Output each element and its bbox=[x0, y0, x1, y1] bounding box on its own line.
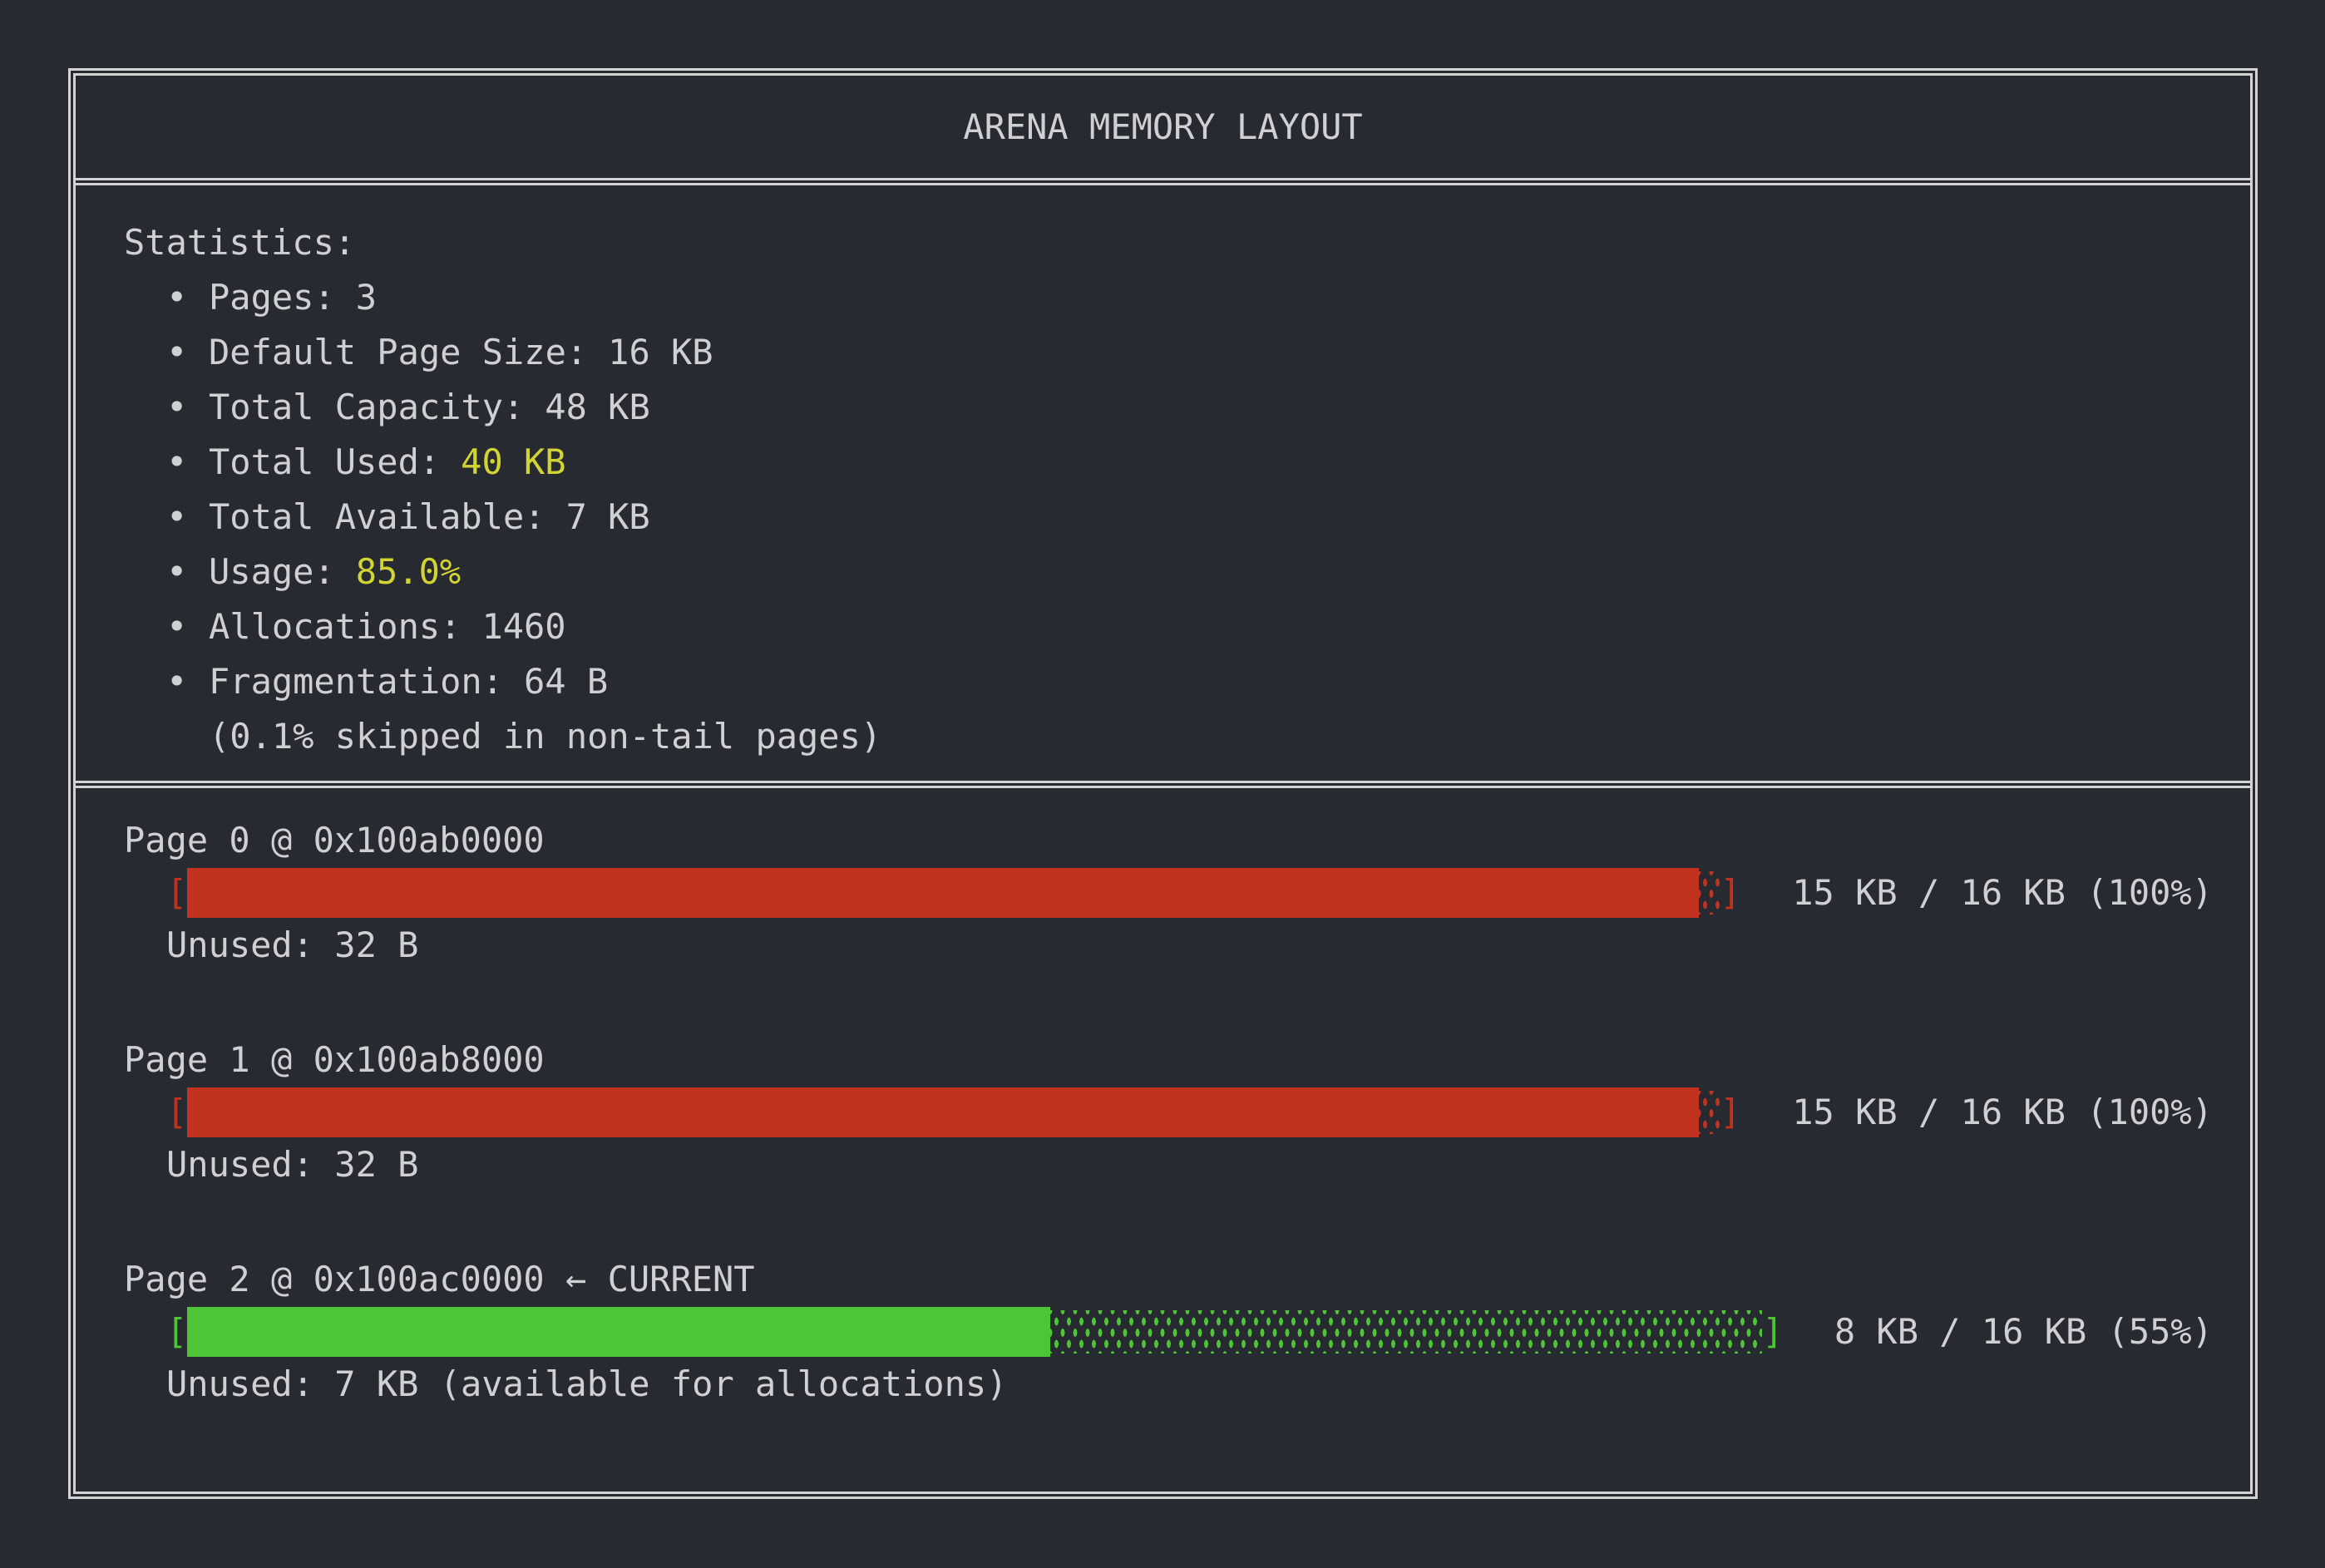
stat-value: 85.0% bbox=[356, 551, 461, 592]
stat-label: Allocations: bbox=[209, 606, 461, 647]
stat-row-total-capacity: •Total Capacity: 48 KB bbox=[124, 380, 2213, 435]
unused-label: Unused: 32 B bbox=[124, 918, 2213, 973]
bullet-icon: • bbox=[166, 380, 209, 435]
stat-label: Fragmentation: bbox=[209, 661, 503, 702]
bar-free-hatch bbox=[1699, 1091, 1720, 1134]
stat-row-allocations: •Allocations: 1460 bbox=[124, 599, 2213, 654]
memory-pages-panel: Page 0 @ 0x100ab0000 [ ] 15 KB / 16 KB (… bbox=[76, 788, 2250, 1492]
title-bar: ARENA MEMORY LAYOUT bbox=[76, 76, 2250, 185]
stats-heading: Statistics: bbox=[124, 215, 2213, 270]
usage-label: 15 KB / 16 KB (100%) bbox=[1792, 865, 2213, 920]
page-title: Page 1 @ 0x100ab8000 bbox=[124, 1033, 2213, 1087]
bar-used-fill bbox=[187, 1307, 1050, 1357]
stat-value: 7 KB bbox=[566, 496, 650, 537]
stat-row-usage: •Usage: 85.0% bbox=[124, 545, 2213, 599]
stat-value: 3 bbox=[356, 277, 377, 318]
bullet-icon: • bbox=[166, 490, 209, 545]
usage-bar: [ ] 8 KB / 16 KB (55%) bbox=[124, 1307, 2213, 1357]
stat-row-pages: •Pages: 3 bbox=[124, 270, 2213, 325]
arena-memory-window: ARENA MEMORY LAYOUT Statistics: •Pages:3… bbox=[68, 68, 2258, 1499]
stat-label: Total Available: bbox=[209, 496, 545, 537]
stat-label: Pages: bbox=[209, 277, 335, 318]
stat-row-fragmentation: •Fragmentation: 64 B bbox=[124, 654, 2213, 709]
bullet-icon: • bbox=[166, 545, 209, 599]
bar-close-bracket: ] bbox=[1720, 868, 1740, 918]
bar-free-hatch bbox=[1699, 871, 1720, 915]
bar-open-bracket: [ bbox=[166, 868, 187, 918]
stat-value: 1460 bbox=[481, 606, 565, 647]
bar-open-bracket: [ bbox=[166, 1087, 187, 1137]
bar-free-hatch bbox=[1050, 1310, 1762, 1354]
stats-panel: Statistics: •Pages:3 •Default Page Size:… bbox=[76, 185, 2250, 788]
stat-row-default-page-size: •Default Page Size: 16 KB bbox=[124, 325, 2213, 380]
stat-value: 16 KB bbox=[608, 332, 713, 372]
page-block-0: Page 0 @ 0x100ab0000 [ ] 15 KB / 16 KB (… bbox=[124, 813, 2213, 973]
stat-value: 40 KB bbox=[461, 441, 565, 482]
bar-used-fill bbox=[187, 868, 1699, 918]
stat-row-total-used: •Total Used: 40 KB bbox=[124, 435, 2213, 490]
page-block-1: Page 1 @ 0x100ab8000 [ ] 15 KB / 16 KB (… bbox=[124, 1033, 2213, 1192]
usage-bar: [ ] 15 KB / 16 KB (100%) bbox=[124, 868, 2213, 918]
page-title: ARENA MEMORY LAYOUT bbox=[963, 100, 1362, 155]
bar-open-bracket: [ bbox=[166, 1307, 187, 1357]
stat-value: 48 KB bbox=[545, 387, 649, 427]
stat-label: Default Page Size: bbox=[209, 332, 587, 372]
bullet-icon: • bbox=[166, 654, 209, 709]
page-title: Page 0 @ 0x100ab0000 bbox=[124, 813, 2213, 868]
unused-label: Unused: 7 KB (available for allocations) bbox=[124, 1357, 2213, 1412]
page-block-2-current: Page 2 @ 0x100ac0000 ← CURRENT [ ] 8 KB … bbox=[124, 1252, 2213, 1412]
bullet-icon: • bbox=[166, 599, 209, 654]
stat-row-total-available: •Total Available: 7 KB bbox=[124, 490, 2213, 545]
bar-close-bracket: ] bbox=[1720, 1087, 1740, 1137]
stat-label: Total Capacity: bbox=[209, 387, 524, 427]
bar-used-fill bbox=[187, 1087, 1699, 1137]
stat-label: Usage: bbox=[209, 551, 335, 592]
stat-label: Total Used: bbox=[209, 441, 440, 482]
bullet-icon: • bbox=[166, 270, 209, 325]
usage-label: 8 KB / 16 KB (55%) bbox=[1834, 1304, 2213, 1359]
bar-close-bracket: ] bbox=[1762, 1307, 1783, 1357]
bullet-icon: • bbox=[166, 325, 209, 380]
usage-bar: [ ] 15 KB / 16 KB (100%) bbox=[124, 1087, 2213, 1137]
usage-label: 15 KB / 16 KB (100%) bbox=[1792, 1085, 2213, 1140]
page-title: Page 2 @ 0x100ac0000 ← CURRENT bbox=[124, 1252, 2213, 1307]
unused-label: Unused: 32 B bbox=[124, 1137, 2213, 1192]
fragmentation-note: (0.1% skipped in non-tail pages) bbox=[124, 709, 2213, 764]
bullet-icon: • bbox=[166, 435, 209, 490]
stat-value: 64 B bbox=[524, 661, 608, 702]
